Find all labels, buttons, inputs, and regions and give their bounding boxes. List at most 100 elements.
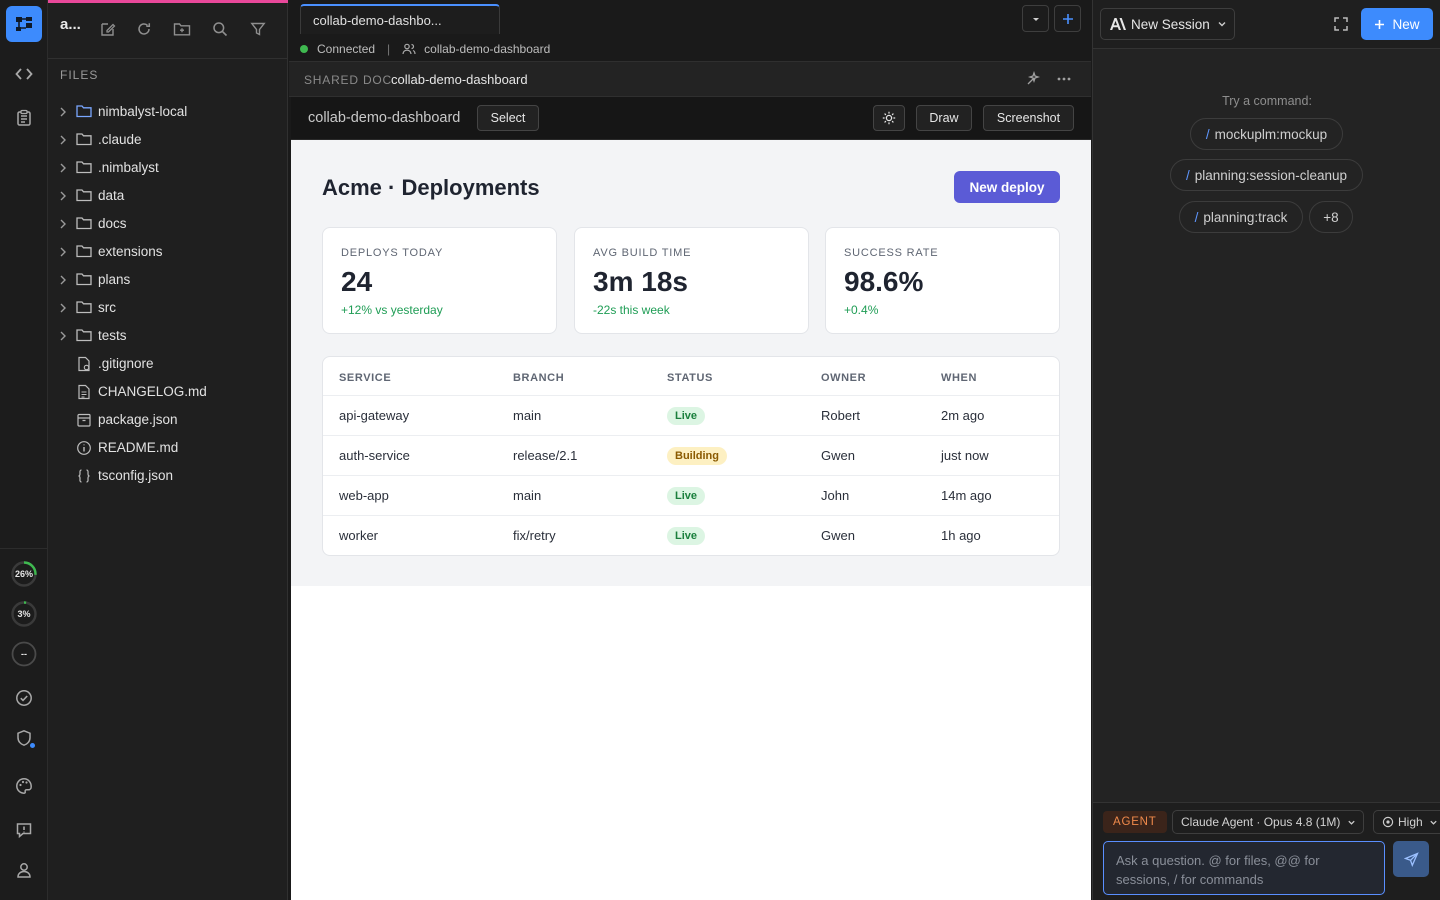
- expand-icon[interactable]: [1333, 16, 1349, 32]
- cell-when: 1h ago: [941, 528, 981, 543]
- session-selector[interactable]: New Session: [1100, 8, 1235, 40]
- folder-item[interactable]: nimbalyst-local: [48, 98, 288, 126]
- feedback-icon[interactable]: [6, 812, 42, 848]
- palette-icon[interactable]: [6, 768, 42, 804]
- new-file-icon[interactable]: [96, 18, 118, 40]
- theme-toggle-button[interactable]: [873, 105, 905, 131]
- cell-branch: main: [513, 408, 542, 423]
- select-button[interactable]: Select: [477, 105, 539, 131]
- prompt-input[interactable]: [1104, 842, 1384, 894]
- table-row[interactable]: auth-service release/2.1 Building Gwen just …: [323, 435, 1059, 475]
- chevron-right-icon[interactable]: [58, 302, 68, 314]
- folder-item[interactable]: extensions: [48, 238, 288, 266]
- status-badge: Building: [667, 447, 727, 465]
- file-item[interactable]: .gitignore: [48, 350, 288, 378]
- check-circle-icon[interactable]: [6, 680, 42, 716]
- table-row[interactable]: api-gateway main Live Robert 2m ago: [323, 395, 1059, 435]
- more-commands-chip[interactable]: +8: [1309, 201, 1353, 233]
- screenshot-button[interactable]: Screenshot: [983, 105, 1074, 131]
- doc-kind-label: SHARED DOC: [304, 73, 393, 87]
- file-item[interactable]: package.json: [48, 406, 288, 434]
- command-text: mockuplm:mockup: [1214, 126, 1328, 142]
- tab-collab-demo-dashboard[interactable]: collab-demo-dashbo...: [300, 4, 500, 34]
- code-icon[interactable]: [6, 56, 42, 92]
- model-label: Claude Agent · Opus 4.8 (1M): [1181, 815, 1341, 829]
- file-item[interactable]: README.md: [48, 434, 288, 462]
- folder-item[interactable]: .nimbalyst: [48, 154, 288, 182]
- table-row[interactable]: web-app main Live John 14m ago: [323, 475, 1059, 515]
- agent-panel-header: New Session New: [1093, 0, 1440, 49]
- package-icon: [76, 412, 92, 428]
- new-session-button[interactable]: New: [1361, 8, 1433, 40]
- new-tab-button[interactable]: [1054, 5, 1081, 32]
- column-header: OWNER: [821, 372, 867, 384]
- table-row[interactable]: worker fix/retry Live Gwen 1h ago: [323, 515, 1059, 555]
- slash-glyph: /: [1185, 167, 1190, 183]
- effort-icon: [1382, 816, 1394, 828]
- chevron-right-icon[interactable]: [58, 162, 68, 174]
- stat-card-success-rate: SUCCESS RATE 98.6% +0.4%: [825, 227, 1060, 334]
- chevron-right-icon[interactable]: [58, 274, 68, 286]
- command-chip-session-cleanup[interactable]: / planning:session-cleanup: [1170, 159, 1363, 191]
- cell-owner: Robert: [821, 408, 861, 423]
- new-deploy-button[interactable]: New deploy: [954, 171, 1060, 203]
- tab-dropdown-button[interactable]: [1022, 5, 1049, 32]
- cell-owner: John: [821, 488, 850, 503]
- chevron-right-icon[interactable]: [58, 218, 68, 230]
- usage-ring-label: --: [21, 649, 27, 659]
- clipboard-icon[interactable]: [6, 100, 42, 136]
- file-item[interactable]: CHANGELOG.md: [48, 378, 288, 406]
- command-chip-track[interactable]: / planning:track: [1179, 201, 1303, 233]
- new-folder-icon[interactable]: [171, 18, 193, 40]
- usage-ring-other[interactable]: --: [10, 640, 38, 668]
- workspace-title[interactable]: a...: [60, 16, 81, 33]
- send-button[interactable]: [1393, 841, 1429, 877]
- new-label: New: [1392, 16, 1420, 32]
- usage-ring-session[interactable]: 26%: [10, 560, 38, 588]
- people-icon: [402, 43, 416, 55]
- command-text: planning:session-cleanup: [1194, 167, 1348, 183]
- search-icon[interactable]: [209, 18, 231, 40]
- folder-icon: [76, 132, 92, 146]
- cell-service: auth-service: [339, 448, 410, 463]
- file-tree-icon[interactable]: [6, 6, 42, 42]
- folder-item[interactable]: tests: [48, 322, 288, 350]
- agent-panel: New Session New Try a command: / mockuplm…: [1092, 0, 1440, 900]
- file-item[interactable]: tsconfig.json: [48, 462, 288, 490]
- user-icon[interactable]: [6, 852, 42, 888]
- more-options-icon[interactable]: [1056, 71, 1072, 87]
- filter-icon[interactable]: [247, 18, 269, 40]
- sparkle-plus-icon: [1062, 13, 1073, 24]
- folder-item[interactable]: plans: [48, 266, 288, 294]
- connected-dot: [300, 45, 308, 53]
- usage-ring-weekly[interactable]: 3%: [10, 600, 38, 628]
- model-selector[interactable]: Claude Agent · Opus 4.8 (1M): [1172, 810, 1364, 834]
- effort-selector[interactable]: High: [1373, 810, 1440, 834]
- file-name: package.json: [98, 412, 178, 427]
- refresh-icon[interactable]: [133, 18, 155, 40]
- cell-branch: release/2.1: [513, 448, 578, 463]
- column-header: STATUS: [667, 372, 713, 384]
- chevron-right-icon[interactable]: [58, 330, 68, 342]
- cell-when: just now: [941, 448, 989, 463]
- ai-action-icon[interactable]: [1025, 71, 1041, 87]
- folder-item[interactable]: docs: [48, 210, 288, 238]
- draw-button[interactable]: Draw: [916, 105, 972, 131]
- folder-item[interactable]: src: [48, 294, 288, 322]
- agent-mode-badge[interactable]: AGENT: [1103, 811, 1167, 833]
- file-name: docs: [98, 216, 127, 231]
- chevron-right-icon[interactable]: [58, 134, 68, 146]
- chevron-right-icon[interactable]: [58, 106, 68, 118]
- connection-status: Connected | collab-demo-dashboard: [300, 41, 550, 57]
- folder-item[interactable]: .claude: [48, 126, 288, 154]
- folder-item[interactable]: data: [48, 182, 288, 210]
- chevron-right-icon[interactable]: [58, 246, 68, 258]
- stat-delta: +0.4%: [844, 303, 879, 317]
- folder-icon: [76, 104, 92, 118]
- chevron-right-icon[interactable]: [58, 190, 68, 202]
- command-chip-mockup[interactable]: / mockuplm:mockup: [1190, 118, 1343, 150]
- shield-icon[interactable]: [6, 720, 42, 756]
- file-name: data: [98, 188, 125, 203]
- shared-doc-name: collab-demo-dashboard: [424, 42, 551, 56]
- document-header: SHARED DOC collab-demo-dashboard: [289, 61, 1091, 97]
